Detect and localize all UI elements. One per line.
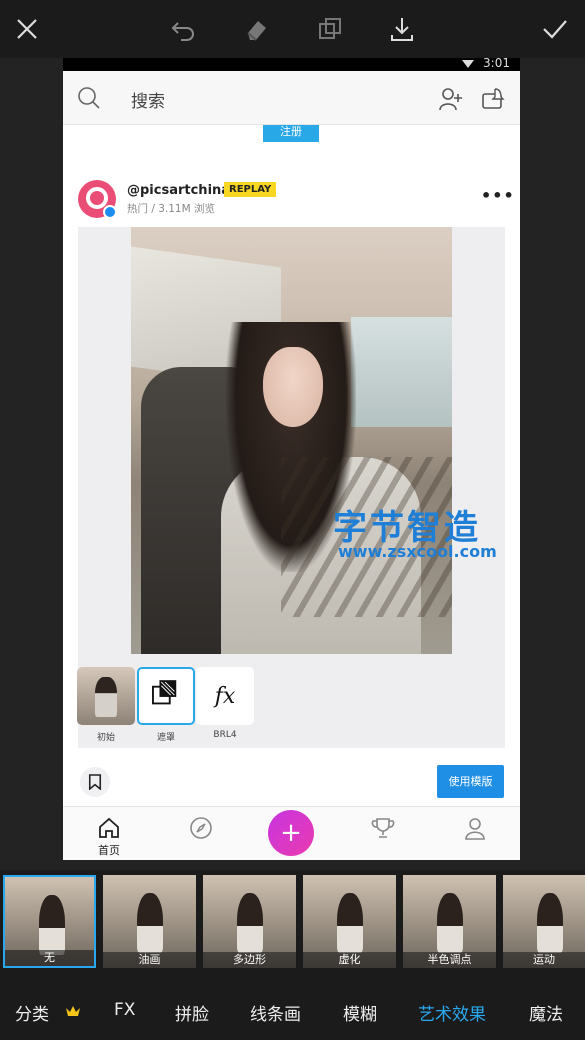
effect-thumbnail[interactable]: 无 (3, 875, 96, 968)
verified-icon (103, 205, 117, 219)
category-tab-artistic[interactable]: 艺术效果 (418, 1000, 486, 1025)
effect-thumbnail[interactable]: 油画 (103, 875, 196, 968)
effect-thumbnail-label: 运动 (503, 952, 585, 968)
category-tab-fx[interactable]: FX (114, 1000, 135, 1020)
bookmark-icon[interactable] (80, 767, 110, 797)
eraser-icon[interactable] (237, 10, 275, 48)
explore-icon[interactable] (188, 815, 214, 841)
close-icon[interactable] (8, 10, 46, 48)
post-meta: 热门 / 3.11M 浏览 (127, 203, 215, 215)
effect-thumbnail[interactable]: 虚化 (303, 875, 396, 968)
step-label: 初始 (96, 733, 115, 743)
signal-icon (462, 60, 474, 68)
effect-thumbnail[interactable]: 运动 (503, 875, 585, 968)
phone-screenshot: 3:01 搜索 注册 @picsartchina REPLAY 热门 / 3.1… (63, 58, 520, 860)
search-placeholder[interactable]: 搜索 (131, 87, 165, 112)
category-tab-categories[interactable]: 分类 (15, 1000, 49, 1025)
undo-icon[interactable] (164, 10, 202, 48)
step-label: BRL4 (213, 730, 237, 740)
more-options-icon[interactable]: ••• (481, 186, 515, 205)
post-username[interactable]: @picsartchina (127, 183, 230, 198)
category-tab-magic[interactable]: 魔法 (529, 1000, 563, 1025)
step-original-thumb[interactable] (77, 667, 135, 725)
home-label[interactable]: 首页 (93, 842, 125, 858)
editing-canvas[interactable]: 3:01 搜索 注册 @picsartchina REPLAY 热门 / 3.1… (0, 58, 585, 870)
category-tab-blur[interactable]: 模糊 (343, 1000, 377, 1025)
effect-thumbnail[interactable]: 半色调点 (403, 875, 496, 968)
bottom-nav: 首页 + (63, 806, 520, 860)
notification-icon[interactable] (480, 86, 506, 112)
category-tab-line-art[interactable]: 线条画 (250, 1000, 301, 1025)
profile-icon[interactable] (462, 815, 488, 841)
step-fx-thumb[interactable]: fx (196, 667, 254, 725)
effect-thumbnail[interactable]: 多边形 (203, 875, 296, 968)
use-template-button[interactable]: 使用模版 (437, 765, 504, 798)
effect-thumbnail-label: 多边形 (203, 952, 296, 968)
replay-badge: REPLAY (224, 182, 277, 197)
effect-thumbnail-strip: 无 油画 多边形 虚化 半色调点 运动 (0, 872, 585, 972)
effect-thumbnail-label: 油画 (103, 952, 196, 968)
effect-thumbnail-label: 无 (5, 950, 94, 966)
create-button[interactable]: + (268, 810, 314, 856)
check-icon[interactable] (536, 10, 574, 48)
step-label: 遮罩 (156, 733, 175, 743)
editor-toolbar (0, 0, 585, 58)
search-bar[interactable]: 搜索 (63, 71, 520, 125)
status-time: 3:01 (483, 58, 510, 70)
crown-icon (66, 1006, 80, 1016)
download-icon[interactable] (383, 10, 421, 48)
effect-thumbnail-label: 半色调点 (403, 952, 496, 968)
effect-thumbnail-label: 虚化 (303, 952, 396, 968)
add-user-icon[interactable] (438, 86, 464, 112)
home-icon[interactable] (96, 815, 122, 841)
layers-icon[interactable] (311, 10, 349, 48)
search-icon[interactable] (77, 86, 101, 110)
picsart-logo-avatar[interactable] (78, 180, 117, 219)
trophy-icon[interactable] (370, 815, 396, 841)
register-button[interactable]: 注册 (263, 125, 319, 142)
step-mask-thumb[interactable] (137, 667, 195, 725)
category-tab-face-swap[interactable]: 拼脸 (175, 1000, 209, 1025)
category-bar: 分类 FX 拼脸 线条画 模糊 艺术效果 魔法 (0, 990, 585, 1040)
post-photo[interactable] (131, 227, 452, 654)
replay-steps: 初始 遮罩 fx BRL4 (77, 667, 505, 745)
status-bar: 3:01 (63, 58, 520, 71)
watermark-url: www.zsxcool.com (338, 542, 497, 561)
fx-icon: fx (214, 683, 236, 709)
post-card: 初始 遮罩 fx BRL4 (77, 227, 505, 748)
post-header: @picsartchina REPLAY 热门 / 3.11M 浏览 ••• (63, 176, 520, 224)
